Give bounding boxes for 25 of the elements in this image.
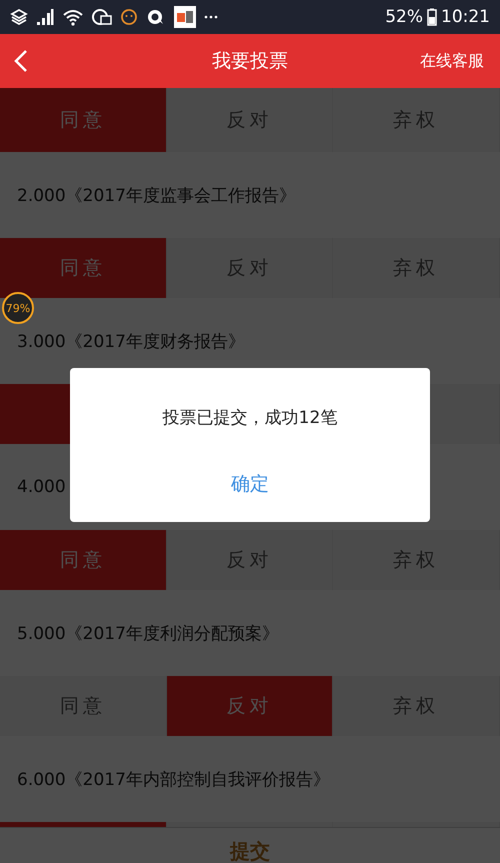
clock: 10:21 <box>441 7 490 27</box>
confirm-button[interactable]: 确定 <box>219 467 281 501</box>
motion-title: 6.000《2017年内部控制自我评价报告》 <box>17 768 330 790</box>
dialog-message: 投票已提交，成功12笔 <box>162 407 338 429</box>
page-title: 我要投票 <box>212 49 288 74</box>
vote-option[interactable]: 同意 <box>0 238 167 298</box>
vote-option[interactable]: 同意 <box>0 88 167 152</box>
face-icon <box>120 8 138 26</box>
back-icon <box>14 49 28 73</box>
motion-title: 5.000《2017年度利润分配预案》 <box>17 622 279 644</box>
wifi-icon <box>62 8 84 26</box>
battery-percent: 52% <box>385 7 423 27</box>
signal-icon <box>36 8 54 26</box>
app-icon <box>174 6 196 28</box>
customer-service-link[interactable]: 在线客服 <box>404 50 500 72</box>
motion-title: 2.000《2017年度监事会工作报告》 <box>17 184 296 206</box>
vote-option[interactable]: 同意 <box>0 530 167 590</box>
battery-icon <box>427 8 437 26</box>
motion-title: 3.000《2017年度财务报告》 <box>17 330 245 352</box>
more-icon <box>204 14 218 20</box>
motion-title: 4.000 <box>17 477 66 497</box>
chat-bubble-icon <box>146 8 166 26</box>
network-icon <box>10 8 28 26</box>
submit-button[interactable]: 提交 <box>210 828 290 863</box>
vote-option[interactable]: 反对 <box>166 676 334 736</box>
